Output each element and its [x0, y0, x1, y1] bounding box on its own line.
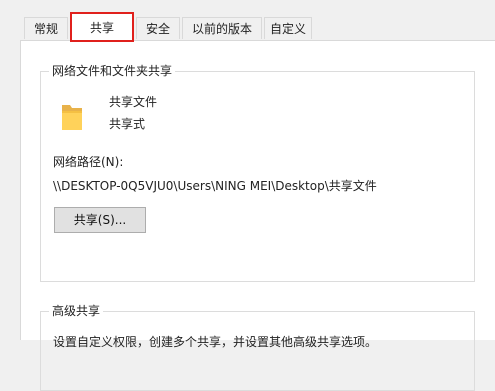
tab-previous-versions[interactable]: 以前的版本 [182, 17, 262, 39]
network-path-label: 网络路径(N): [53, 155, 124, 169]
advanced-share-group: 高级共享 设置自定义权限，创建多个共享，并设置其他高级共享选项。 [40, 303, 475, 391]
advanced-share-description: 设置自定义权限，创建多个共享，并设置其他高级共享选项。 [53, 335, 378, 349]
tab-sharing[interactable]: 共享 [70, 12, 134, 42]
tab-strip: 常规 共享 安全 以前的版本 自定义 [0, 0, 495, 42]
network-share-group: 网络文件和文件夹共享 共享文件 共享式 网络路径(N): \\DESKTOP-0… [40, 63, 475, 282]
folder-icon [62, 105, 82, 130]
network-share-group-title: 网络文件和文件夹共享 [49, 63, 176, 79]
network-path-value[interactable]: \\DESKTOP-0Q5VJU0\Users\NING MEI\Desktop… [53, 178, 377, 194]
tab-panel-sharing: 网络文件和文件夹共享 共享文件 共享式 网络路径(N): \\DESKTOP-0… [20, 40, 495, 391]
share-status: 共享式 [109, 117, 146, 131]
share-button[interactable]: 共享(S)... [54, 207, 146, 233]
tab-security[interactable]: 安全 [136, 17, 180, 39]
shared-folder-name: 共享文件 [109, 95, 158, 109]
advanced-share-group-title: 高级共享 [49, 303, 104, 319]
tab-general[interactable]: 常规 [24, 17, 68, 39]
tab-customize[interactable]: 自定义 [264, 17, 312, 39]
